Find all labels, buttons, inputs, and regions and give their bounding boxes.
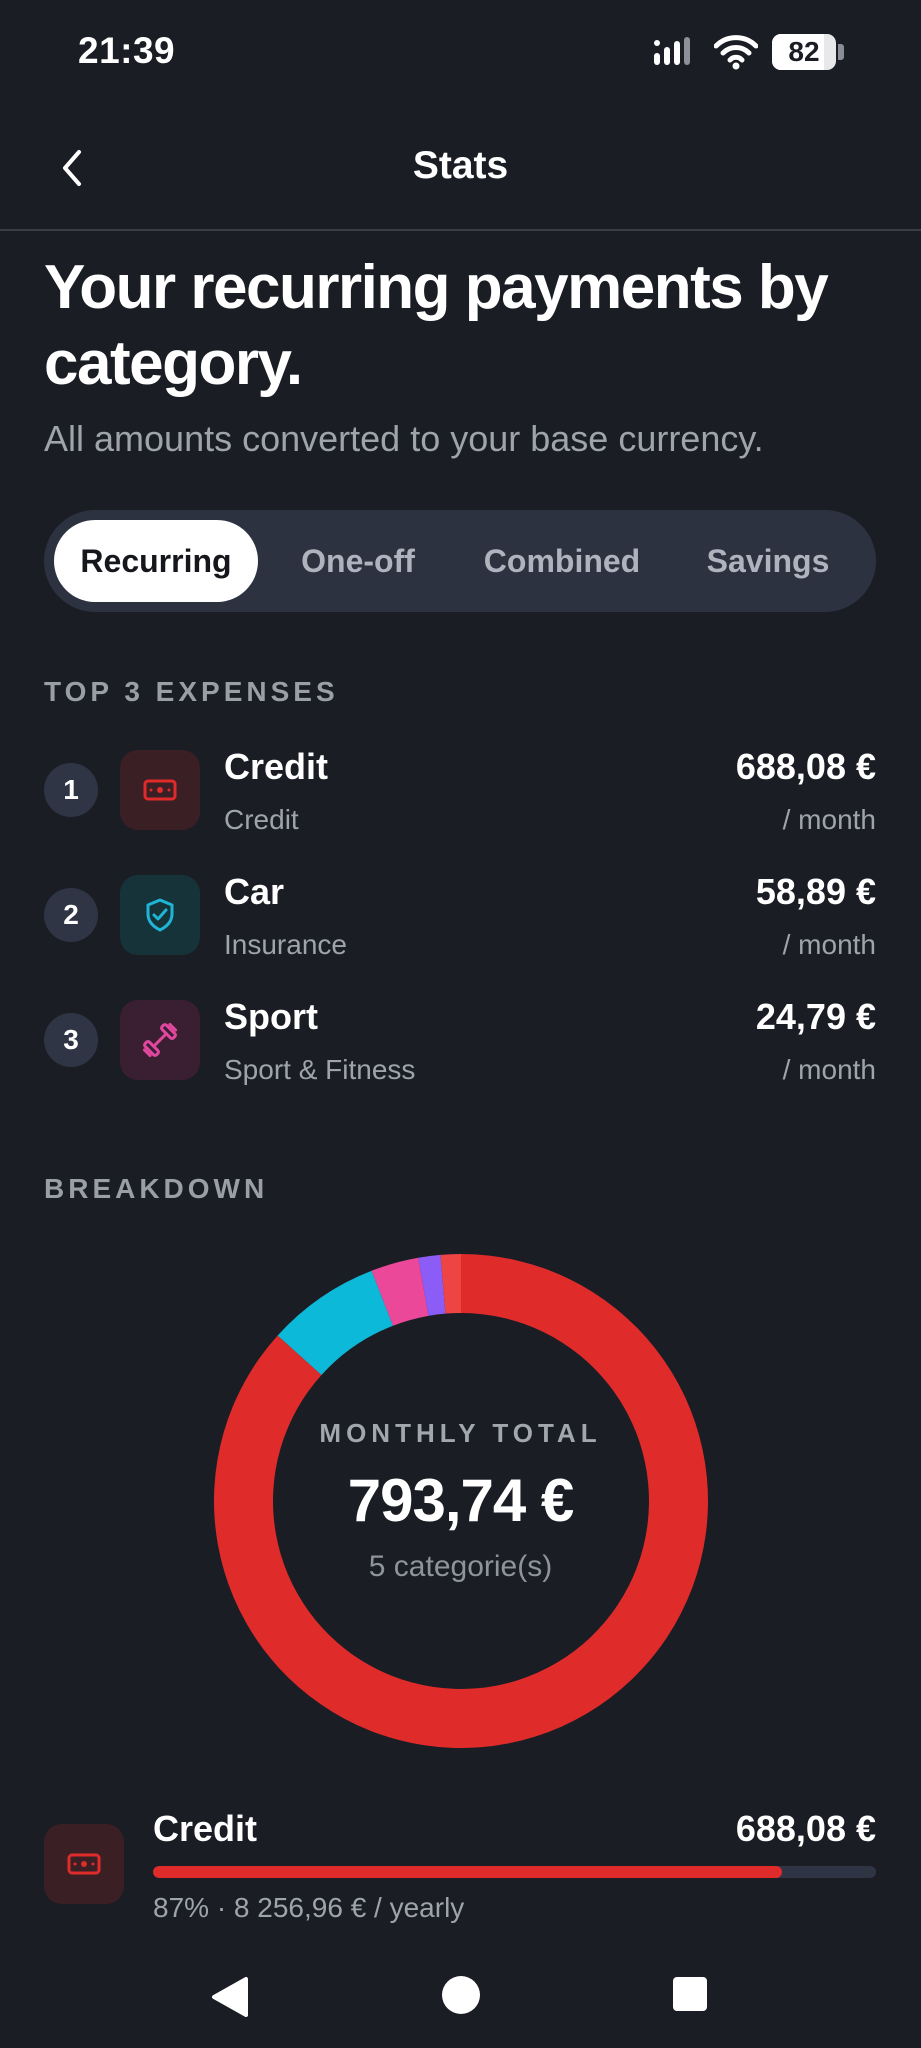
page-title: Stats — [412, 144, 509, 187]
expense-amount: 688,08 € — [735, 746, 876, 787]
rank-badge: 3 — [44, 1013, 98, 1067]
expense-period: / month — [782, 929, 876, 960]
section-title-top-expenses: TOP 3 EXPENSES — [44, 676, 339, 707]
tab-savings[interactable]: Savings — [668, 520, 868, 602]
donut-category-count: 5 categorie(s) — [368, 1550, 553, 1583]
header-divider — [0, 229, 921, 231]
signal-icon — [654, 37, 698, 72]
nav-back-button[interactable] — [210, 1975, 250, 2024]
donut-center-total: 793,74 € — [347, 1467, 575, 1534]
dumbbell-icon — [120, 1000, 200, 1080]
battery-percentage: 82 — [788, 36, 820, 67]
donut-center-label: MONTHLY TOTAL — [319, 1418, 602, 1448]
expense-name: Sport — [224, 996, 318, 1037]
tab-one-off[interactable]: One-off — [264, 520, 452, 602]
expense-category: Insurance — [224, 929, 347, 960]
section-title-breakdown: BREAKDOWN — [44, 1173, 269, 1204]
rank-badge: 1 — [44, 763, 98, 817]
breakdown-item-amount: 688,08 € — [735, 1808, 876, 1849]
breakdown-item-meta: 87% · 8 256,96 € / yearly — [153, 1892, 465, 1923]
breakdown-item-name: Credit — [153, 1808, 258, 1849]
expense-category: Credit — [224, 804, 299, 835]
rank-badge: 2 — [44, 888, 98, 942]
banknote-icon — [120, 750, 200, 830]
tab-combined[interactable]: Combined — [462, 520, 662, 602]
banknote-icon — [44, 1824, 124, 1904]
breakdown-progress-bar — [153, 1866, 876, 1878]
expense-name: Car — [224, 871, 285, 912]
subtitle: All amounts converted to your base curre… — [44, 418, 764, 459]
expense-period: / month — [782, 1054, 876, 1085]
breakdown-progress-fill — [153, 1866, 782, 1878]
expense-amount: 24,79 € — [755, 996, 876, 1037]
shield-check-icon — [120, 875, 200, 955]
headline: Your recurring payments by category. — [44, 253, 829, 398]
status-time: 21:39 — [78, 30, 176, 71]
wifi-icon — [713, 34, 759, 75]
nav-recents-button[interactable] — [672, 1976, 708, 2017]
expense-period: / month — [782, 804, 876, 835]
tab-recurring[interactable]: Recurring — [54, 520, 258, 602]
nav-home-button[interactable] — [441, 1975, 481, 2020]
expense-amount: 58,89 € — [755, 871, 876, 912]
expense-category: Sport & Fitness — [224, 1054, 416, 1085]
expense-name: Credit — [224, 746, 329, 787]
segmented-tabs: Recurring One-off Combined Savings — [44, 510, 876, 612]
